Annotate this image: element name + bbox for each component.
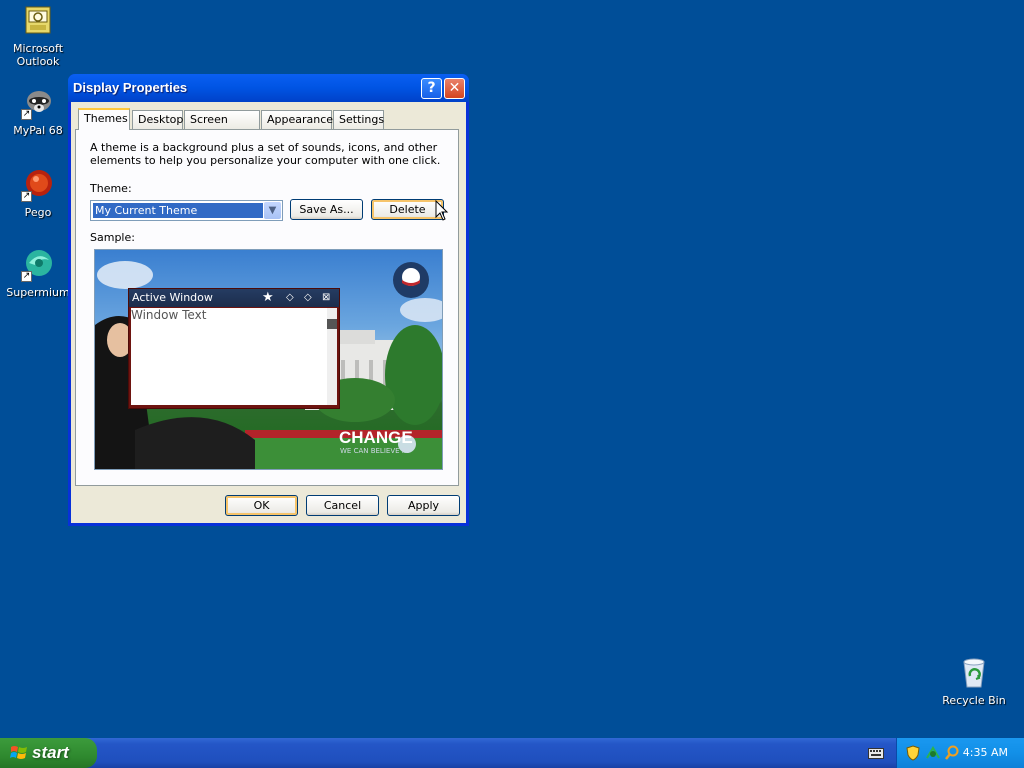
tab-screen-saver[interactable]: Screen Saver <box>184 110 260 143</box>
close-button[interactable]: ✕ <box>444 78 465 99</box>
tab-settings[interactable]: Settings <box>333 110 384 129</box>
maximize-icon: ◇ <box>304 292 312 303</box>
preview-window-title: Active Window <box>132 291 213 304</box>
theme-dropdown[interactable]: My Current Theme ▼ <box>90 200 283 221</box>
tab-label: Appearance <box>267 113 334 126</box>
save-as-button[interactable]: Save As... <box>290 199 363 220</box>
cancel-button[interactable]: Cancel <box>306 495 379 516</box>
minimize-icon: ◇ <box>286 292 294 303</box>
preview-window-text: Window Text <box>131 308 207 322</box>
network-icon[interactable] <box>925 745 941 761</box>
mypal-icon: ↗ <box>21 86 55 120</box>
desktop-icon-supermium[interactable]: ↗ Supermium <box>0 248 76 299</box>
apply-button[interactable]: Apply <box>387 495 460 516</box>
preview-active-window: Active Window ★ ◇ ◇ ⊠ Window Text <box>128 288 340 409</box>
shortcut-arrow-icon: ↗ <box>21 109 32 120</box>
desktop-icon-label: Pego <box>24 206 52 219</box>
supermium-icon: ↗ <box>21 248 55 282</box>
preview-scrollbar <box>327 308 337 405</box>
tab-themes[interactable]: Themes <box>78 108 130 130</box>
wallpaper-change-text: CHANGE <box>339 428 413 447</box>
dialog-client-area: Themes Desktop Screen Saver Appearance S… <box>71 102 466 523</box>
desktop-icon-label: Recycle Bin <box>942 694 1006 707</box>
desktop-icon-label: Microsoft Outlook <box>12 42 64 68</box>
pego-icon: ↗ <box>21 168 55 202</box>
security-shield-icon[interactable] <box>906 745 920 761</box>
start-label: start <box>32 743 69 762</box>
recycle-bin-icon <box>957 656 991 690</box>
preview-window-body: Window Text <box>131 308 337 405</box>
star-icon: ★ <box>262 290 274 305</box>
close-icon: ✕ <box>448 80 461 96</box>
title-bar[interactable]: Display Properties ? ✕ <box>68 74 469 102</box>
desktop-icon-label: Supermium <box>6 286 70 299</box>
tab-label: Desktop <box>138 113 184 126</box>
theme-sample-preview: CHANGE WE CAN BELIEVE IN Active Window ★… <box>94 249 443 470</box>
desktop-icon-recycle-bin[interactable]: Recycle Bin <box>936 656 1012 707</box>
desktop-icon-pego[interactable]: ↗ Pego <box>0 168 76 219</box>
tab-desktop[interactable]: Desktop <box>132 110 183 129</box>
help-button[interactable]: ? <box>421 78 442 99</box>
display-properties-window[interactable]: Display Properties ? ✕ Themes Desktop Sc… <box>68 74 469 526</box>
help-icon: ? <box>427 80 436 96</box>
clock[interactable]: 4:35 AM <box>963 746 1008 759</box>
desktop-icon-outlook[interactable]: Microsoft Outlook <box>0 4 76 68</box>
taskbar: start 4:35 AM <box>0 738 1024 768</box>
themes-description: A theme is a background plus a set of so… <box>90 141 441 167</box>
chevron-down-icon[interactable]: ▼ <box>264 202 281 219</box>
search-icon[interactable] <box>944 745 960 761</box>
sample-label: Sample: <box>90 231 135 244</box>
tab-label: Settings <box>339 113 385 126</box>
windows-logo-icon <box>10 746 27 759</box>
desktop-icon-label: MyPal 68 <box>13 124 63 137</box>
window-title: Display Properties <box>73 80 188 95</box>
preview-scroll-thumb <box>327 319 337 329</box>
outlook-icon <box>21 4 55 38</box>
keyboard-icon[interactable] <box>868 748 884 759</box>
tab-appearance[interactable]: Appearance <box>261 110 334 129</box>
desktop-icon-mypal[interactable]: ↗ MyPal 68 <box>0 86 76 137</box>
mouse-cursor-icon <box>435 200 449 221</box>
start-button[interactable]: start <box>0 738 97 768</box>
system-tray: 4:35 AM <box>896 738 1024 768</box>
theme-dropdown-value: My Current Theme <box>93 203 263 218</box>
themes-panel: A theme is a background plus a set of so… <box>75 129 459 486</box>
preview-title-bar: Active Window ★ ◇ ◇ ⊠ <box>129 289 339 307</box>
wallpaper-subtext: WE CAN BELIEVE IN <box>340 447 410 455</box>
ok-button[interactable]: OK <box>225 495 298 516</box>
shortcut-arrow-icon: ↗ <box>21 191 32 202</box>
delete-button[interactable]: Delete <box>371 199 444 220</box>
close-icon: ⊠ <box>322 292 331 303</box>
theme-label: Theme: <box>90 182 132 195</box>
tab-label: Themes <box>84 112 128 125</box>
shortcut-arrow-icon: ↗ <box>21 271 32 282</box>
